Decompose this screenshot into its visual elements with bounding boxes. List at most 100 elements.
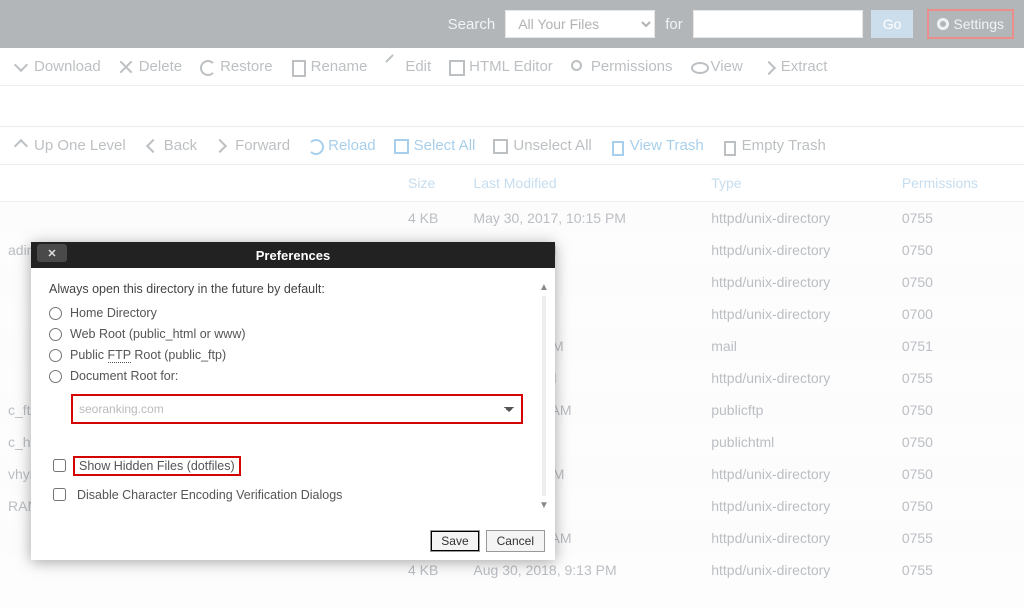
back-icon bbox=[144, 139, 158, 153]
radio-ftproot[interactable] bbox=[49, 349, 62, 362]
search-input[interactable] bbox=[693, 10, 863, 38]
docroot-select[interactable]: seoranking.com bbox=[71, 394, 523, 424]
view-trash-button[interactable]: View Trash bbox=[610, 137, 704, 154]
show-hidden-label: Show Hidden Files (dotfiles) bbox=[73, 456, 241, 476]
cell-perm: 0751 bbox=[894, 330, 1024, 362]
show-hidden-checkbox[interactable] bbox=[53, 459, 66, 472]
search-label: Search bbox=[448, 16, 496, 33]
cell-perm: 0700 bbox=[894, 298, 1024, 330]
delete-button[interactable]: Delete bbox=[119, 58, 182, 75]
settings-button[interactable]: Settings bbox=[927, 9, 1014, 39]
close-icon: ✕ bbox=[47, 247, 56, 260]
up-icon bbox=[14, 139, 28, 153]
nav-toolbar: Up One Level Back Forward Reload Select … bbox=[0, 126, 1024, 165]
dialog-title: Preferences bbox=[256, 248, 330, 263]
table-header-row: Size Last Modified Type Permissions bbox=[0, 165, 1024, 202]
trash-grey-icon bbox=[722, 139, 736, 153]
save-button[interactable]: Save bbox=[430, 530, 479, 552]
back-button[interactable]: Back bbox=[144, 137, 197, 154]
view-button[interactable]: View bbox=[691, 58, 743, 75]
opt-ftproot[interactable]: Public FTP Root (public_ftp) bbox=[49, 348, 537, 362]
cell-perm: 0750 bbox=[894, 490, 1024, 522]
download-icon bbox=[14, 60, 28, 74]
key-icon bbox=[571, 60, 585, 74]
cell-perm: 0750 bbox=[894, 426, 1024, 458]
cell-type: httpd/unix-directory bbox=[703, 522, 894, 554]
col-perm[interactable]: Permissions bbox=[894, 165, 1024, 202]
cell-perm: 0755 bbox=[894, 554, 1024, 586]
spacer bbox=[0, 86, 1024, 126]
go-button[interactable]: Go bbox=[871, 10, 914, 38]
uncheck-icon bbox=[493, 139, 507, 153]
cell-type: httpd/unix-directory bbox=[703, 458, 894, 490]
cell-type: mail bbox=[703, 330, 894, 362]
scroll-up-icon: ▲ bbox=[537, 280, 551, 294]
col-type[interactable]: Type bbox=[703, 165, 894, 202]
cell-name bbox=[0, 202, 400, 235]
radio-docroot[interactable] bbox=[49, 370, 62, 383]
reload-icon bbox=[308, 139, 322, 153]
cell-perm: 0755 bbox=[894, 362, 1024, 394]
gear-icon bbox=[937, 18, 949, 30]
disable-encoding-checkbox[interactable] bbox=[53, 488, 66, 501]
trash-icon bbox=[610, 139, 624, 153]
cell-type: httpd/unix-directory bbox=[703, 490, 894, 522]
opt-home[interactable]: Home Directory bbox=[49, 306, 537, 320]
cell-type: httpd/unix-directory bbox=[703, 266, 894, 298]
unselect-all-button[interactable]: Unselect All bbox=[493, 137, 591, 154]
doc-icon bbox=[291, 60, 305, 74]
permissions-button[interactable]: Permissions bbox=[571, 58, 673, 75]
col-modified[interactable]: Last Modified bbox=[465, 165, 703, 202]
scroll-down-icon: ▼ bbox=[537, 498, 551, 512]
restore-button[interactable]: Restore bbox=[200, 58, 273, 75]
dialog-footer: Save Cancel bbox=[31, 524, 555, 560]
select-all-button[interactable]: Select All bbox=[394, 137, 476, 154]
extract-icon bbox=[761, 60, 775, 74]
col-size[interactable]: Size bbox=[400, 165, 465, 202]
cell-size: 4 KB bbox=[400, 202, 465, 235]
cell-perm: 0750 bbox=[894, 394, 1024, 426]
edit-button[interactable]: Edit bbox=[385, 58, 431, 75]
cell-perm: 0755 bbox=[894, 522, 1024, 554]
col-name[interactable] bbox=[0, 165, 400, 202]
forward-button[interactable]: Forward bbox=[215, 137, 290, 154]
cell-type: httpd/unix-directory bbox=[703, 362, 894, 394]
dialog-scrollbar[interactable]: ▲ ▼ bbox=[537, 280, 551, 512]
x-icon bbox=[119, 60, 133, 74]
html-icon bbox=[449, 60, 463, 74]
close-button[interactable]: ✕ bbox=[37, 244, 67, 262]
cell-type: httpd/unix-directory bbox=[703, 554, 894, 586]
extract-button[interactable]: Extract bbox=[761, 58, 828, 75]
eye-icon bbox=[691, 60, 705, 74]
cell-perm: 0750 bbox=[894, 266, 1024, 298]
cell-type: publichtml bbox=[703, 426, 894, 458]
check-icon bbox=[394, 139, 408, 153]
reload-button[interactable]: Reload bbox=[308, 137, 376, 154]
settings-label: Settings bbox=[953, 16, 1004, 32]
cell-type: httpd/unix-directory bbox=[703, 234, 894, 266]
empty-trash-button[interactable]: Empty Trash bbox=[722, 137, 826, 154]
download-button[interactable]: Download bbox=[14, 58, 101, 75]
top-bar: Search All Your Files for Go Settings bbox=[0, 0, 1024, 48]
opt-webroot[interactable]: Web Root (public_html or www) bbox=[49, 327, 537, 341]
disable-encoding-row[interactable]: Disable Character Encoding Verification … bbox=[49, 485, 537, 504]
dialog-body: Always open this directory in the future… bbox=[31, 268, 555, 524]
cell-type: httpd/unix-directory bbox=[703, 202, 894, 235]
cell-type: httpd/unix-directory bbox=[703, 298, 894, 330]
dialog-header: ✕ Preferences bbox=[31, 242, 555, 268]
cancel-button[interactable]: Cancel bbox=[486, 530, 545, 552]
rename-button[interactable]: Rename bbox=[291, 58, 368, 75]
radio-webroot[interactable] bbox=[49, 328, 62, 341]
dialog-intro: Always open this directory in the future… bbox=[49, 282, 537, 296]
radio-home[interactable] bbox=[49, 307, 62, 320]
up-one-level-button[interactable]: Up One Level bbox=[14, 137, 126, 154]
table-row[interactable]: 4 KBMay 30, 2017, 10:15 PMhttpd/unix-dir… bbox=[0, 202, 1024, 235]
cell-perm: 0750 bbox=[894, 458, 1024, 490]
cell-type: publicftp bbox=[703, 394, 894, 426]
search-scope-select[interactable]: All Your Files bbox=[505, 10, 655, 38]
cell-modified: May 30, 2017, 10:15 PM bbox=[465, 202, 703, 235]
opt-docroot[interactable]: Document Root for: bbox=[49, 369, 537, 383]
cell-perm: 0755 bbox=[894, 202, 1024, 235]
show-hidden-row[interactable]: Show Hidden Files (dotfiles) bbox=[49, 456, 537, 475]
html-editor-button[interactable]: HTML Editor bbox=[449, 58, 553, 75]
